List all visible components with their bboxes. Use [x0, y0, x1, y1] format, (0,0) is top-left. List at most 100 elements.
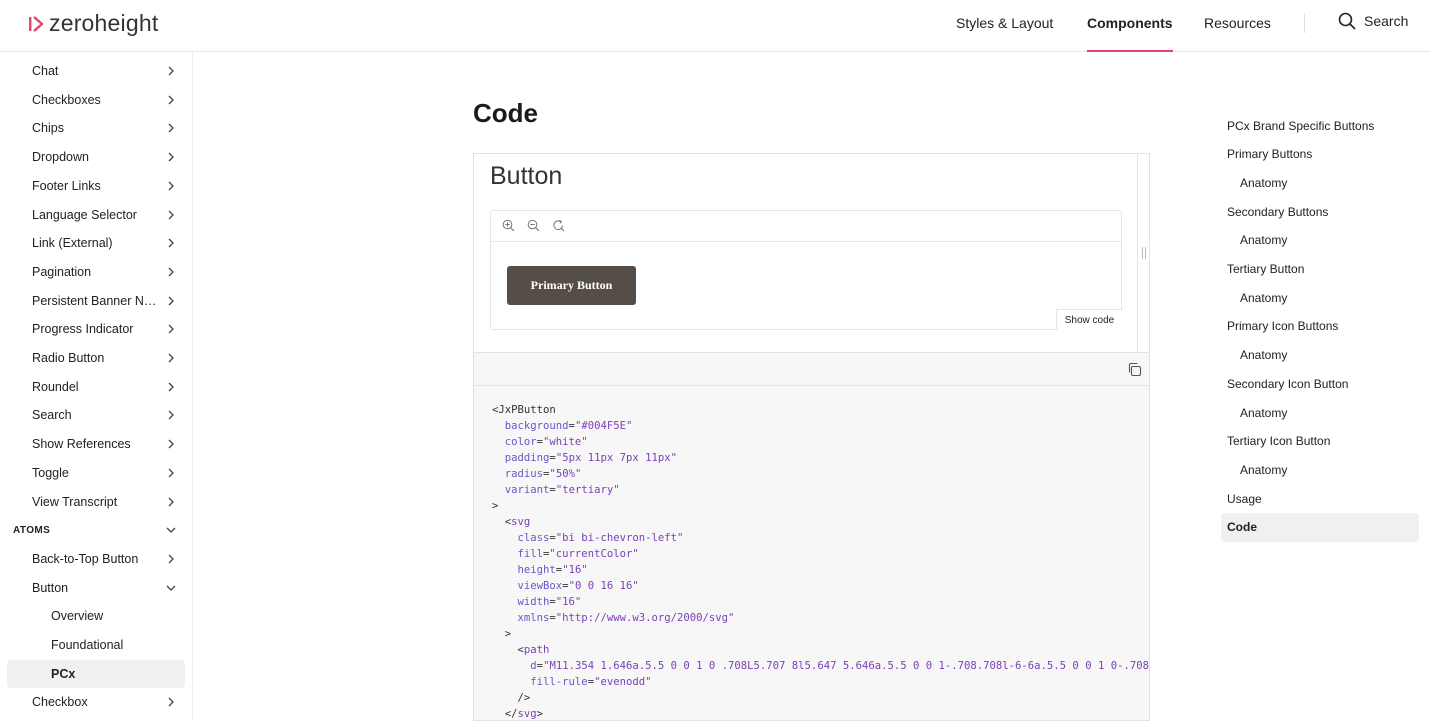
toc-item[interactable]: Code: [1221, 512, 1419, 542]
chevron-right-icon: [165, 696, 177, 708]
chevron-right-icon: [165, 381, 177, 393]
sidebar-item[interactable]: Show References: [7, 430, 185, 458]
sidebar-item[interactable]: Pagination: [7, 258, 185, 286]
chevron-right-icon: [165, 323, 177, 335]
zoom-out-icon[interactable]: [527, 219, 540, 232]
sidebar-item[interactable]: Checkboxes: [7, 86, 185, 114]
sidebar-item-label: Progress Indicator: [32, 322, 134, 337]
chevron-right-icon: [165, 122, 177, 134]
sidebar-subitem[interactable]: PCx: [7, 659, 185, 688]
chevron-right-icon: [165, 65, 177, 77]
toc-item[interactable]: Secondary Buttons: [1221, 197, 1419, 226]
code-token: "0 0 16 16": [568, 580, 639, 592]
preview-divider: [1137, 154, 1138, 353]
chevron-right-icon: [165, 266, 177, 278]
sidebar-subitem[interactable]: Foundational: [7, 631, 185, 659]
sidebar-item[interactable]: Chips: [7, 114, 185, 142]
toc-item-label: PCx Brand Specific Buttons: [1227, 118, 1375, 133]
sidebar-item-label: Roundel: [32, 379, 79, 394]
nav-components[interactable]: Components: [1087, 0, 1173, 52]
sidebar-item[interactable]: Link (External): [7, 229, 185, 257]
code-line: fill="currentColor": [492, 546, 1149, 562]
zoom-in-icon[interactable]: [502, 219, 515, 232]
code-panel: <JxPButton background="#004F5E" color="w…: [473, 352, 1150, 721]
toc-item[interactable]: Anatomy: [1221, 455, 1419, 484]
search-button[interactable]: Search: [1338, 12, 1408, 30]
sidebar-item-label: Toggle: [32, 465, 69, 480]
sidebar-nav: Chat Checkboxes Chips Dropdown Footer Links L…: [0, 52, 193, 721]
story-title: Button: [490, 162, 563, 190]
nav-styles-layout[interactable]: Styles & Layout: [956, 0, 1053, 52]
code-line: viewBox="0 0 16 16": [492, 578, 1149, 594]
chevron-right-icon: [165, 553, 177, 565]
sidebar-item[interactable]: View Transcript: [7, 488, 185, 516]
sidebar-item[interactable]: Footer Links: [7, 172, 185, 200]
code-token: svg: [517, 708, 537, 720]
toc-item-label: Anatomy: [1240, 405, 1288, 420]
sidebar-item[interactable]: Radio Button: [7, 344, 185, 372]
toc-item-label: Anatomy: [1240, 290, 1288, 305]
sidebar-item-label: Show References: [32, 437, 131, 452]
code-token: "16": [562, 564, 588, 576]
code-token: viewBox: [517, 580, 563, 592]
toc-item[interactable]: Tertiary Icon Button: [1221, 427, 1419, 456]
sidebar-item-label: Footer Links: [32, 178, 101, 193]
toc-item-label: Anatomy: [1240, 233, 1288, 248]
sidebar-item-label: Language Selector: [32, 207, 137, 222]
sidebar-item[interactable]: Toggle: [7, 459, 185, 487]
toc-item[interactable]: Anatomy: [1221, 226, 1419, 255]
toc-item[interactable]: Anatomy: [1221, 283, 1419, 312]
sidebar-item[interactable]: Dropdown: [7, 143, 185, 171]
sidebar-item[interactable]: Search: [7, 401, 185, 429]
code-line: class="bi bi-chevron-left": [492, 530, 1149, 546]
resize-handle[interactable]: [1142, 247, 1146, 259]
toc-item[interactable]: Primary Buttons: [1221, 140, 1419, 169]
chevron-right-icon: [165, 409, 177, 421]
sidebar-item[interactable]: Language Selector: [7, 201, 185, 229]
sidebar-item[interactable]: Progress Indicator: [7, 315, 185, 343]
nav-resources[interactable]: Resources: [1204, 0, 1271, 52]
toc-item[interactable]: Anatomy: [1221, 168, 1419, 197]
show-code-button[interactable]: Show code: [1056, 309, 1122, 330]
code-line: <path: [492, 642, 1149, 658]
toc-item-label: Anatomy: [1240, 462, 1288, 477]
sidebar-section-atoms[interactable]: ATOMS: [13, 516, 185, 544]
sidebar-item-label: Back-to-Top Button: [32, 551, 139, 566]
code-line: fill-rule="evenodd": [492, 674, 1149, 690]
toc-item[interactable]: Usage: [1221, 484, 1419, 513]
toc-item[interactable]: Anatomy: [1221, 341, 1419, 370]
code-token: JxPButton: [498, 404, 556, 416]
sidebar-subitem[interactable]: Overview: [7, 602, 185, 630]
toc-item[interactable]: Anatomy: [1221, 398, 1419, 427]
sidebar-item[interactable]: Back-to-Top Button: [7, 545, 185, 573]
sidebar-item[interactable]: Chat: [7, 57, 185, 85]
primary-button[interactable]: Primary Button: [507, 266, 636, 305]
sidebar-item-label: Search: [32, 408, 72, 423]
code-token: color: [504, 436, 537, 448]
reset-zoom-icon[interactable]: [552, 219, 565, 232]
sidebar-item[interactable]: Persistent Banner Not...: [7, 287, 185, 315]
code-token: "#004F5E": [574, 420, 633, 432]
code-token: "evenodd": [594, 676, 652, 688]
sidebar-item[interactable]: Button: [7, 574, 185, 602]
code-token: </: [504, 708, 518, 720]
code-token: />: [517, 692, 531, 704]
sidebar-item[interactable]: Checkbox: [7, 688, 185, 716]
zeroheight-logo[interactable]: zeroheight: [29, 10, 158, 37]
copy-icon[interactable]: [1127, 362, 1142, 377]
toc-item[interactable]: Primary Icon Buttons: [1221, 312, 1419, 341]
code-token: fill-rule: [530, 676, 588, 688]
sidebar-item[interactable]: Roundel: [7, 373, 185, 401]
toc-item[interactable]: PCx Brand Specific Buttons: [1221, 111, 1419, 140]
chevron-right-icon: [165, 180, 177, 192]
toc-item[interactable]: Tertiary Button: [1221, 255, 1419, 284]
toc-item[interactable]: Secondary Icon Button: [1221, 369, 1419, 398]
code-token: background: [504, 420, 569, 432]
